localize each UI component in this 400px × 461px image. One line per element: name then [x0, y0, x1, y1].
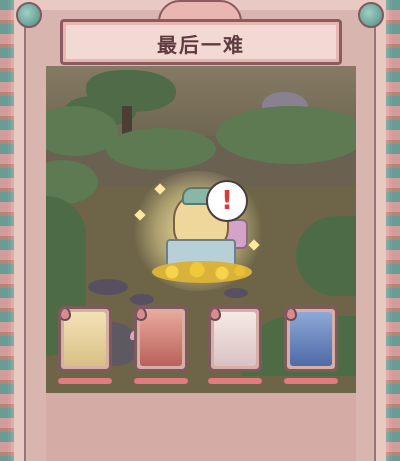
hero-tray — [46, 393, 356, 461]
game-screen: ! 最后一难 — [0, 0, 400, 461]
hp-fill — [284, 378, 338, 384]
hero-card-4[interactable] — [284, 306, 338, 372]
hero-drop-icon — [61, 309, 71, 321]
hero-drop-icon — [211, 309, 221, 321]
exclamation-icon: ! — [221, 186, 233, 216]
bush — [106, 128, 216, 170]
hero-hp-bar-1 — [58, 378, 112, 384]
left-gem-icon — [16, 2, 42, 28]
flat-stone — [130, 294, 154, 305]
right-gem-icon — [358, 2, 384, 28]
hero-card-2[interactable] — [134, 306, 188, 372]
gold-coin-pile — [152, 261, 252, 283]
blue-demon-hero-portrait-icon — [290, 312, 332, 366]
right-pillar-decoration — [386, 0, 400, 461]
white-horse-hero-portrait-icon — [214, 312, 256, 366]
hero-card-3[interactable] — [208, 306, 262, 372]
title-banner: 最后一难 — [60, 19, 342, 65]
level-title: 最后一难 — [157, 33, 245, 57]
flat-stone — [88, 279, 128, 295]
hero-drop-icon — [287, 309, 297, 321]
left-pillar-decoration — [0, 0, 14, 461]
red-demon-hero-portrait-icon — [140, 312, 182, 366]
alert-bubble: ! — [206, 180, 248, 222]
hero-hp-bar-2 — [134, 378, 188, 384]
flat-stone — [224, 288, 248, 298]
hero-drop-icon — [137, 309, 147, 321]
hp-fill — [208, 378, 262, 384]
battle-scene: ! — [46, 66, 356, 461]
hero-card-1[interactable] — [58, 306, 112, 372]
bush — [216, 106, 356, 164]
hp-fill — [134, 378, 188, 384]
hero-hp-bar-4 — [284, 378, 338, 384]
hp-fill — [58, 378, 112, 384]
monk-hero-portrait-icon — [64, 312, 106, 366]
hero-hp-bar-3 — [208, 378, 262, 384]
